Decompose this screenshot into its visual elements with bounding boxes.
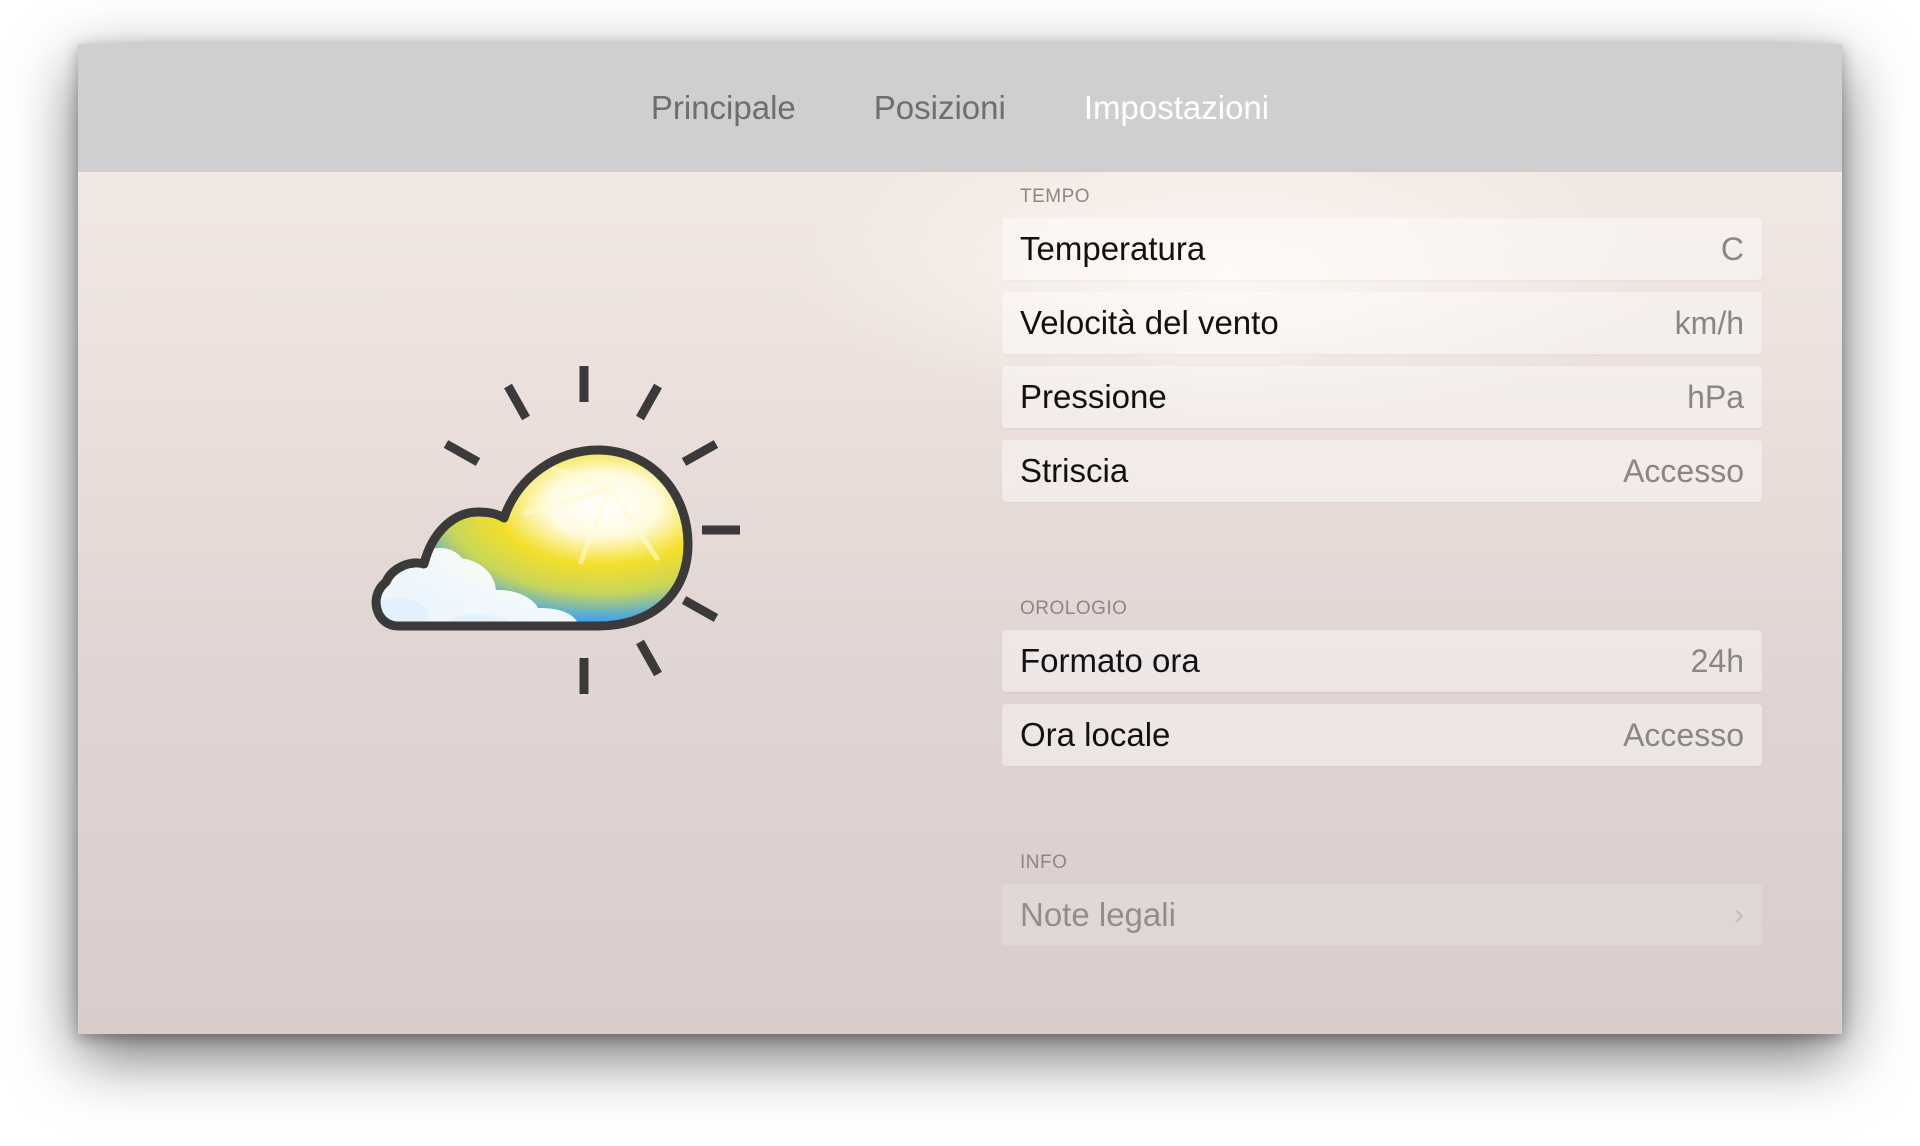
tab-posizioni[interactable]: Posizioni bbox=[870, 83, 1010, 133]
tab-bar: Principale Posizioni Impostazioni bbox=[78, 44, 1842, 172]
row-striscia[interactable]: Striscia Accesso bbox=[1002, 440, 1762, 502]
row-velocita-vento[interactable]: Velocità del vento km/h bbox=[1002, 292, 1762, 354]
row-label: Pressione bbox=[1020, 378, 1167, 415]
row-pressione[interactable]: Pressione hPa bbox=[1002, 366, 1762, 428]
row-label: Temperatura bbox=[1020, 230, 1206, 267]
row-label: Note legali bbox=[1020, 896, 1176, 933]
row-value: hPa bbox=[1687, 378, 1744, 415]
row-label: Ora locale bbox=[1020, 716, 1171, 753]
row-label: Formato ora bbox=[1020, 642, 1200, 679]
section-header-info: INFO bbox=[1020, 852, 1068, 873]
row-temperatura[interactable]: Temperatura C bbox=[1002, 218, 1762, 280]
tab-principale[interactable]: Principale bbox=[647, 83, 800, 133]
row-value: Accesso bbox=[1623, 452, 1744, 489]
row-label: Velocità del vento bbox=[1020, 304, 1279, 341]
chevron-right-icon: › bbox=[1734, 898, 1744, 931]
row-note-legali[interactable]: Note legali › bbox=[1002, 884, 1762, 946]
row-value: C bbox=[1720, 230, 1744, 267]
app-window: Principale Posizioni Impostazioni TEMPO … bbox=[78, 44, 1842, 1034]
section-header-orologio: OROLOGIO bbox=[1020, 598, 1128, 619]
settings-list: TEMPO Temperatura C Velocità del vento k… bbox=[1002, 172, 1762, 958]
row-value: km/h bbox=[1674, 304, 1744, 341]
row-label: Striscia bbox=[1020, 452, 1129, 489]
row-value: 24h bbox=[1690, 642, 1744, 679]
row-formato-ora[interactable]: Formato ora 24h bbox=[1002, 630, 1762, 692]
row-ora-locale[interactable]: Ora locale Accesso bbox=[1002, 704, 1762, 766]
tab-impostazioni[interactable]: Impostazioni bbox=[1080, 83, 1273, 133]
partly-sunny-weather-icon bbox=[328, 364, 748, 734]
section-header-tempo: TEMPO bbox=[1020, 186, 1091, 207]
row-value: Accesso bbox=[1623, 716, 1744, 753]
